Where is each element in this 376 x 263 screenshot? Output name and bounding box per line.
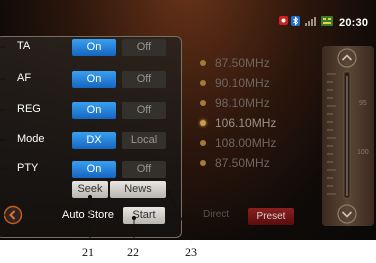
- callout-23: 23: [185, 245, 197, 259]
- callout-22: 22: [127, 245, 139, 259]
- stage: 20:30 TA On Off AF On Off REG On Off Mod…: [0, 0, 376, 263]
- callout-21: 21: [82, 245, 94, 259]
- callout-lines: [0, 46, 193, 241]
